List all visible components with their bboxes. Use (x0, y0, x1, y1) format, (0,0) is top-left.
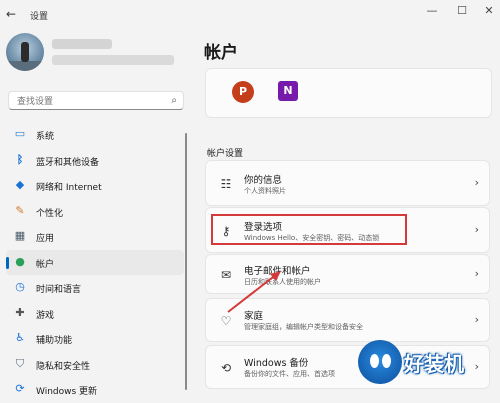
watermark: 好装机 (358, 340, 498, 390)
arrow-annotation (227, 271, 281, 313)
watermark-logo (358, 340, 402, 384)
watermark-text: 好装机 (404, 352, 464, 376)
